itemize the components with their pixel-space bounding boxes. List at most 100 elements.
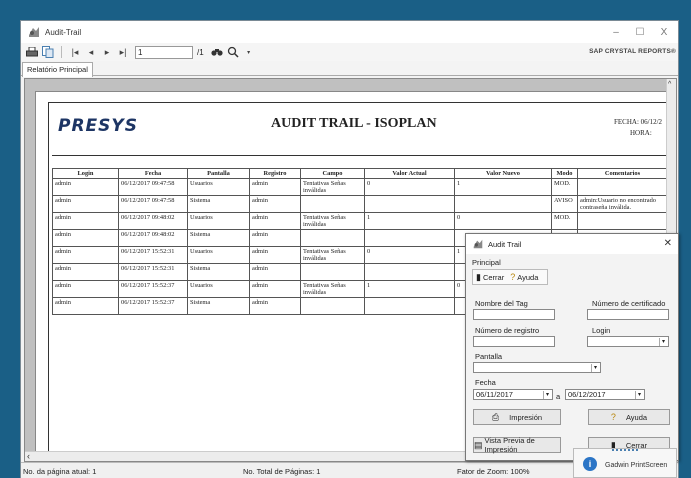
table-cell: 06/12/2017 15:52:37 [118, 280, 188, 298]
table-cell: admin [52, 297, 119, 315]
table-cell [364, 263, 455, 281]
date-from-picker[interactable]: 06/11/2017 ▾ [473, 389, 553, 400]
report-date-label: FECHA: 06/12/2 [614, 118, 663, 126]
next-page-icon[interactable]: ▸ [100, 45, 114, 59]
table-header: Login Fecha Pantalla Registro Campo Valo… [52, 168, 668, 179]
table-cell: 06/12/2017 15:52:37 [118, 297, 188, 315]
dialog-close-icon[interactable]: ✕ [664, 238, 672, 249]
table-cell [300, 263, 365, 281]
first-page-icon[interactable]: |◂ [68, 45, 82, 59]
table-cell [454, 195, 552, 213]
app-icon [473, 239, 483, 249]
table-cell: Usuarios [187, 212, 250, 230]
dialog-title-bar: Audit Trail ✕ [466, 234, 678, 254]
column-header: Registro [249, 168, 301, 179]
header-divider [52, 155, 674, 156]
table-cell: admin [249, 229, 301, 247]
tag-name-label: Nombre del Tag [475, 299, 528, 308]
page-number-input[interactable]: 1 [135, 45, 193, 59]
print-button[interactable]: ⎙ Impresión [473, 409, 561, 425]
table-cell: MOD. [551, 178, 578, 196]
table-cell [577, 212, 668, 230]
page-total-label: /1 [197, 47, 204, 57]
scroll-left-icon[interactable]: ‹ [27, 451, 30, 461]
menu-item-help[interactable]: ? Ayuda [510, 272, 538, 282]
tab-strip: Relatório Principal [21, 61, 678, 77]
table-cell: admin [52, 195, 119, 213]
column-header: Fecha [118, 168, 188, 179]
maximize-button[interactable]: ☐ [627, 21, 653, 43]
toolbar-separator [61, 46, 62, 58]
table-cell: admin [52, 178, 119, 196]
tag-name-input[interactable] [473, 309, 555, 320]
table-cell: 06/12/2017 09:47:58 [118, 178, 188, 196]
tab-main-report[interactable]: Relatório Principal [22, 62, 93, 77]
column-header: Valor Actual [364, 168, 455, 179]
table-row: admin 06/12/2017 09:47:58 Usuarios admin Ten… [52, 178, 668, 196]
table-cell: admin [52, 212, 119, 230]
table-cell: MOD. [551, 212, 578, 230]
dialog-menu: ▮ Cerrar ? Ayuda [472, 269, 549, 285]
print-preview-button[interactable]: ▤ Vista Previa de Impresión [473, 436, 561, 454]
current-page-status: No. da página atual: 1 [23, 467, 97, 476]
print-icon[interactable] [25, 45, 39, 59]
report-title: AUDIT TRAIL - ISOPLAN [271, 116, 437, 131]
table-cell: admin [52, 246, 119, 264]
info-icon: i [583, 457, 597, 471]
minimize-button[interactable]: – [603, 21, 629, 43]
chevron-down-icon: ▾ [543, 391, 551, 399]
login-select[interactable]: ▾ [587, 336, 669, 347]
last-page-icon[interactable]: ▸| [116, 45, 130, 59]
cert-number-input[interactable] [587, 309, 669, 320]
table-cell: 0 [364, 178, 455, 196]
printer-icon: ⎙ [491, 411, 500, 422]
help-button[interactable]: ? Ayuda [588, 409, 670, 425]
chevron-down-icon: ▾ [635, 391, 643, 399]
column-header: Modo [551, 168, 578, 179]
date-separator: a [556, 392, 561, 401]
table-cell [577, 178, 668, 196]
cert-number-label: Número de certificado [592, 299, 666, 308]
table-cell: 0 [454, 212, 552, 230]
table-cell: admin [52, 280, 119, 298]
table-cell: admin:Usuario no encontrado contraseña i… [577, 195, 668, 213]
table-cell: admin [249, 212, 301, 230]
table-cell: admin [52, 263, 119, 281]
column-header: Campo [300, 168, 365, 179]
table-cell: Tentativas Señas inválidas [300, 212, 365, 230]
table-cell [300, 229, 365, 247]
table-cell [364, 297, 455, 315]
dialog-title: Audit Trail [488, 239, 522, 249]
table-cell: Usuarios [187, 178, 250, 196]
column-header: Valor Nuevo [454, 168, 552, 179]
menu-item-close[interactable]: ▮ Cerrar [476, 272, 504, 283]
app-icon [29, 27, 39, 37]
table-row: admin 06/12/2017 09:48:02 Usuarios admin Ten… [52, 212, 668, 230]
table-cell [364, 195, 455, 213]
scroll-up-icon[interactable]: ^ [668, 81, 671, 88]
close-button[interactable]: X [651, 21, 677, 43]
table-cell: admin [249, 263, 301, 281]
zoom-status: Fator de Zoom: 100% [457, 467, 530, 476]
table-cell: admin [249, 297, 301, 315]
total-pages-status: No. Total de Páginas: 1 [243, 467, 321, 476]
prev-page-icon[interactable]: ◂ [84, 45, 98, 59]
record-number-input[interactable] [473, 336, 555, 347]
window-title: Audit-Trail [45, 27, 82, 37]
menu-label: Cerrar [482, 272, 505, 282]
export-icon[interactable] [41, 45, 55, 59]
zoom-icon[interactable] [226, 45, 240, 59]
audit-trail-dialog: Audit Trail ✕ Principal ▮ Cerrar ? Ayuda N… [465, 233, 679, 461]
zoom-dropdown-icon[interactable]: ▾ [242, 45, 256, 59]
table-cell: admin [249, 280, 301, 298]
door-icon: ▮ [476, 271, 481, 282]
printscreen-notification[interactable]: i Gadwin PrintScreen [573, 448, 677, 478]
screen-label: Pantalla [475, 352, 503, 361]
table-cell: 1 [364, 212, 455, 230]
binoculars-icon[interactable] [210, 45, 224, 59]
date-to-picker[interactable]: 06/12/2017 ▾ [565, 389, 645, 400]
screen-select[interactable]: ▾ [473, 362, 601, 373]
menu-label: Ayuda [517, 272, 539, 282]
table-cell: AVISO [551, 195, 578, 213]
table-cell: Sistema [187, 229, 250, 247]
